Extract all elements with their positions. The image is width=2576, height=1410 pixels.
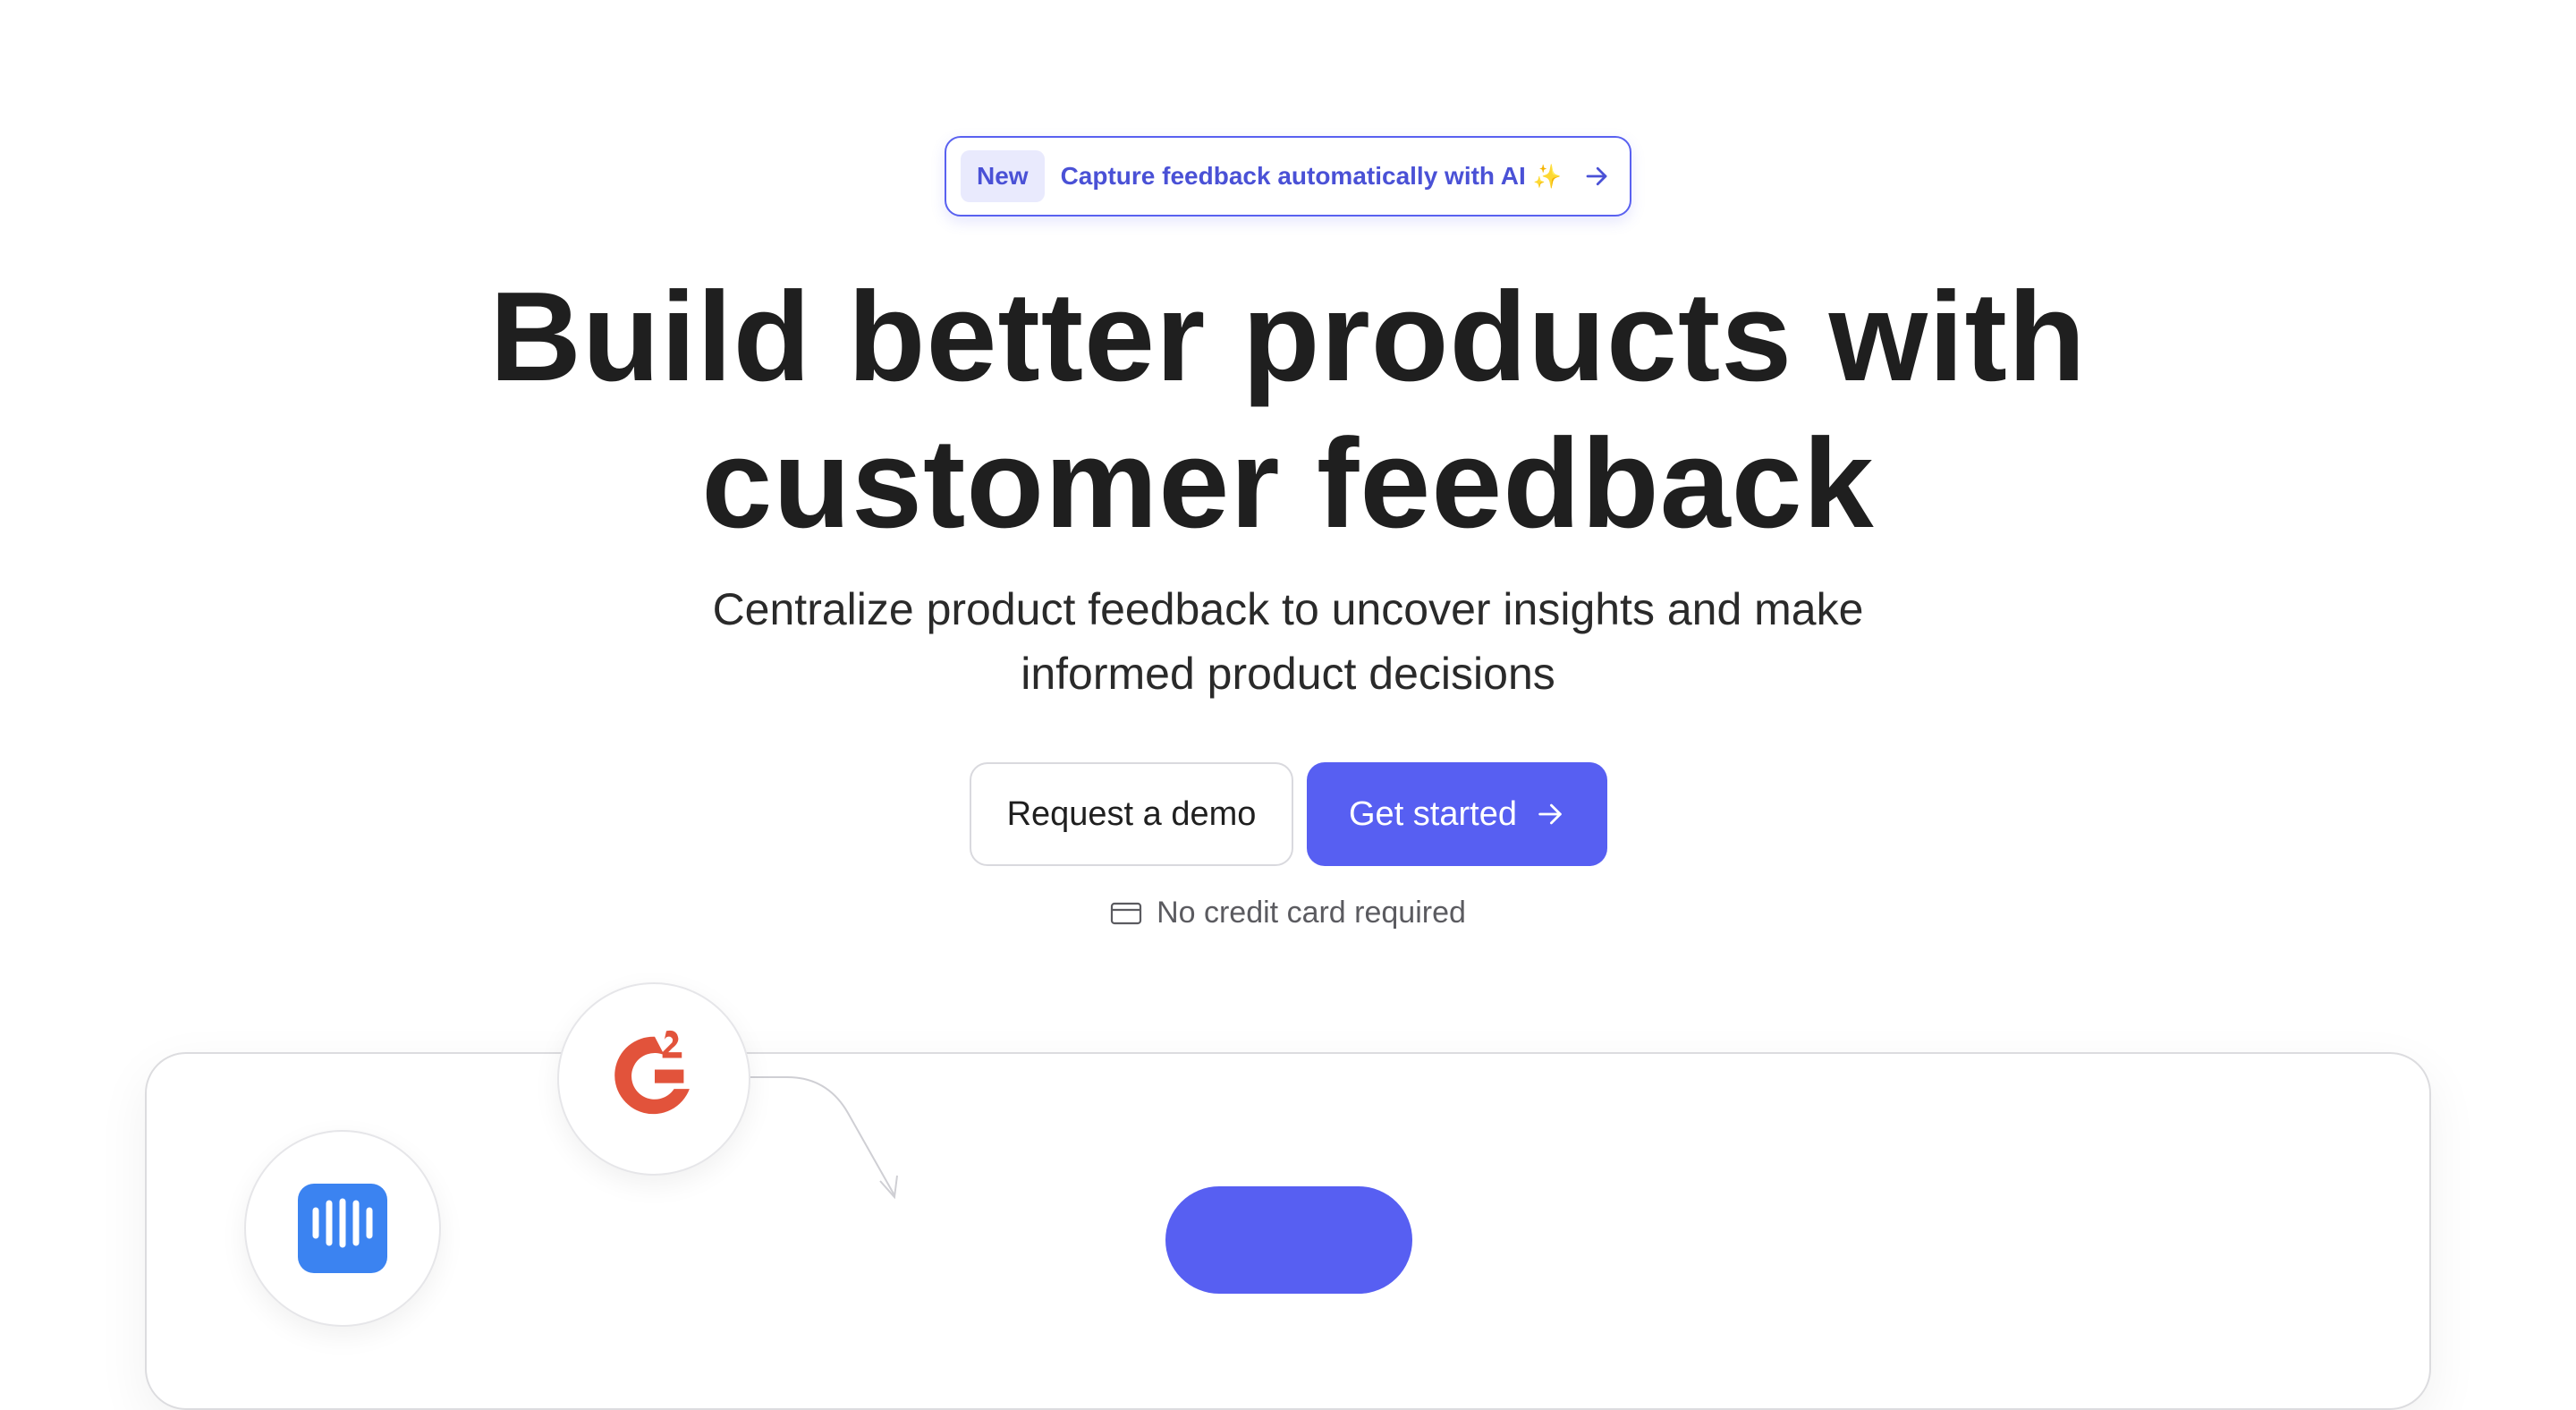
request-demo-label: Request a demo (1006, 794, 1257, 833)
preview-blue-pill (1165, 1186, 1412, 1294)
g2-logo-icon (614, 1030, 690, 1115)
intercom-integration-bubble (244, 1130, 441, 1327)
intercom-logo-icon (298, 1184, 387, 1273)
announcement-text: Capture feedback automatically with AI (1060, 162, 1526, 190)
no-credit-card-text: No credit card required (1157, 896, 1466, 930)
hero-subheading: Centralize product feedback to uncover i… (0, 577, 2576, 706)
request-demo-button[interactable]: Request a demo (970, 762, 1293, 866)
subhead-line-2: informed product decisions (1021, 649, 1555, 699)
announcement-banner[interactable]: New Capture feedback automatically with … (945, 136, 1631, 217)
headline-line-2: customer feedback (701, 412, 1875, 555)
g2-integration-bubble (557, 982, 750, 1176)
new-badge: New (961, 150, 1045, 202)
subhead-line-1: Centralize product feedback to uncover i… (712, 584, 1864, 634)
get-started-label: Get started (1349, 794, 1517, 833)
get-started-button[interactable]: Get started (1307, 762, 1607, 866)
no-credit-card-note: No credit card required (0, 896, 2576, 930)
hero-headline: Build better products with customer feed… (0, 264, 2576, 557)
sparkle-icon: ✨ (1532, 162, 1563, 190)
headline-line-1: Build better products with (489, 266, 2087, 408)
credit-card-icon (1110, 902, 1142, 924)
arrow-right-icon (1538, 803, 1562, 825)
arrow-right-icon (1586, 166, 1607, 186)
